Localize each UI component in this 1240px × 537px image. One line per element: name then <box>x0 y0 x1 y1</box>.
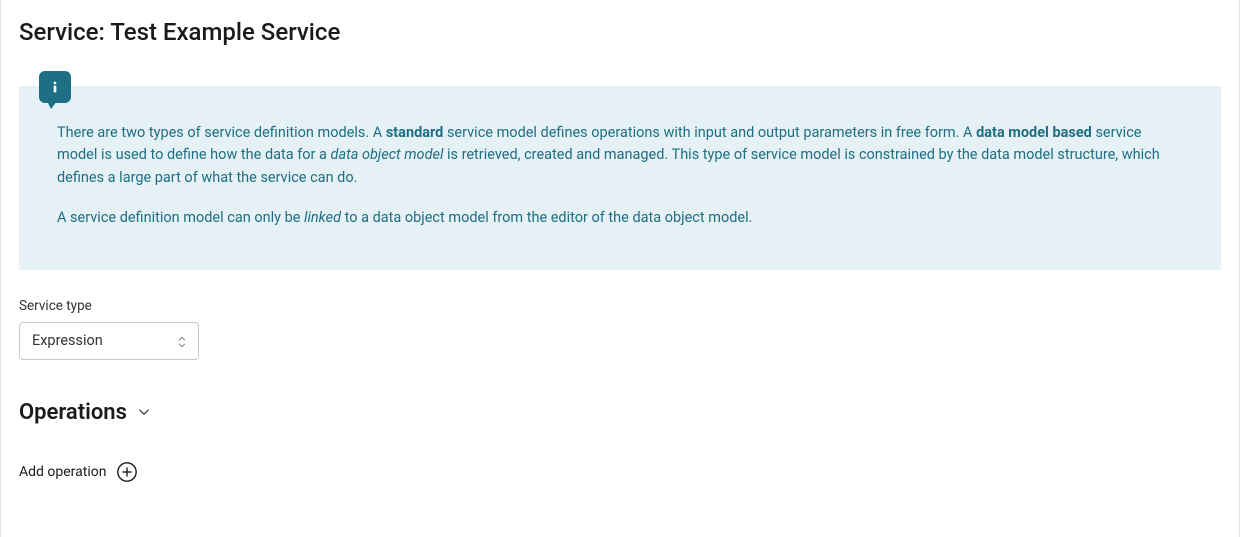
info-text: A service definition model can only be <box>57 209 304 226</box>
add-operation-button[interactable]: Add operation <box>19 461 1221 483</box>
plus-circle-icon <box>116 461 138 483</box>
operations-header[interactable]: Operations <box>19 400 1221 425</box>
title-prefix: Service: <box>19 18 110 46</box>
info-text-bold: data model based <box>976 124 1092 141</box>
info-icon <box>39 71 71 103</box>
service-type-value: Expression <box>32 332 103 349</box>
info-text-italic: data object model <box>331 146 444 163</box>
add-operation-label: Add operation <box>19 464 106 480</box>
service-type-select[interactable]: Expression <box>19 322 199 360</box>
operations-title: Operations <box>19 400 127 425</box>
service-type-label: Service type <box>19 298 1221 314</box>
info-box: There are two types of service definitio… <box>19 86 1221 270</box>
info-text-bold: standard <box>386 124 444 141</box>
page-title: Service: Test Example Service <box>19 18 1221 46</box>
info-paragraph-1: There are two types of service definitio… <box>57 122 1183 189</box>
info-text: to a data object model from the editor o… <box>341 209 752 226</box>
info-text: service model defines operations with in… <box>443 124 976 141</box>
info-paragraph-2: A service definition model can only be l… <box>57 207 1183 229</box>
chevron-down-icon <box>135 403 153 421</box>
title-name: Test Example Service <box>110 18 340 46</box>
info-text: There are two types of service definitio… <box>57 124 386 141</box>
info-text-italic: linked <box>304 209 341 226</box>
